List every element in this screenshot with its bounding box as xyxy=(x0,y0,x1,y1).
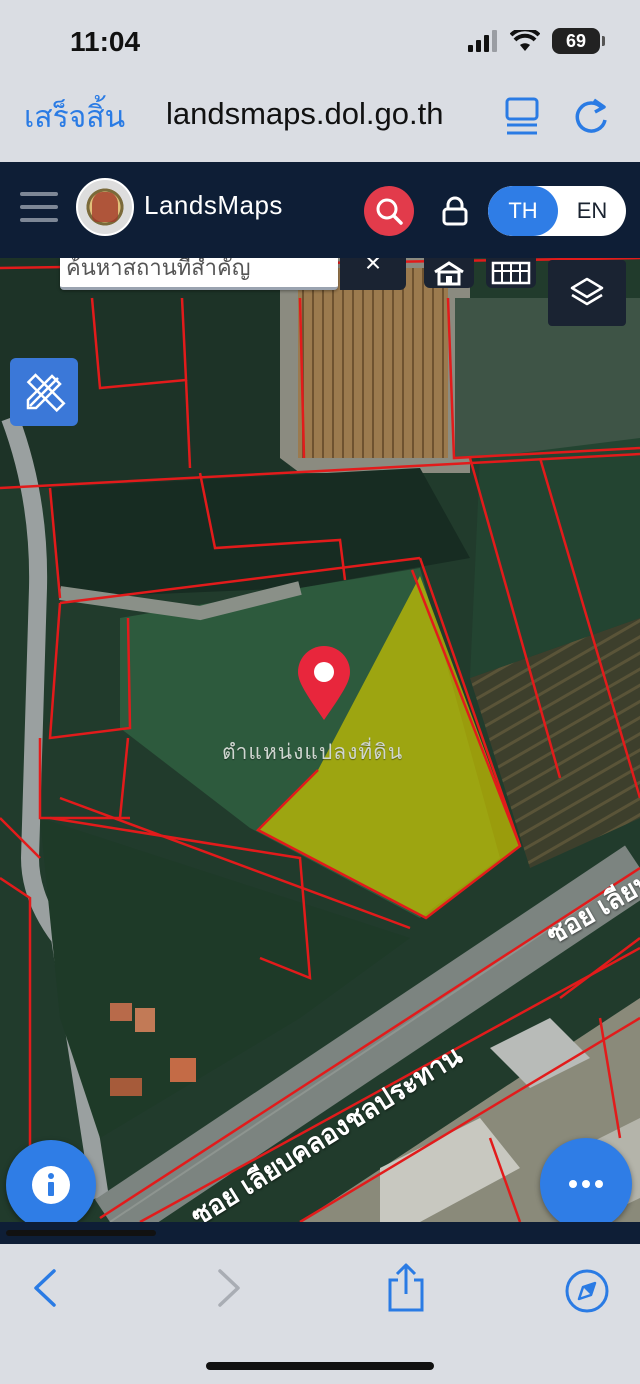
reload-icon[interactable] xyxy=(572,96,612,136)
location-pin-icon[interactable] xyxy=(296,646,352,722)
search-icon xyxy=(376,198,403,225)
layers-button[interactable] xyxy=(548,260,626,326)
reader-mode-icon[interactable] xyxy=(504,96,540,136)
done-button[interactable]: เสร็จสิ้น xyxy=(24,94,125,141)
layers-icon xyxy=(570,277,604,306)
compass-icon[interactable] xyxy=(564,1268,610,1314)
home-indicator xyxy=(206,1362,434,1370)
language-toggle[interactable]: TH EN xyxy=(488,186,626,236)
forward-icon[interactable] xyxy=(214,1268,244,1308)
back-icon[interactable] xyxy=(30,1268,60,1308)
home-button[interactable] xyxy=(424,258,474,288)
lang-en-option[interactable]: EN xyxy=(558,186,626,236)
horizontal-scrollbar[interactable] xyxy=(0,1222,640,1244)
scrollbar-thumb[interactable] xyxy=(6,1230,156,1236)
grid-button[interactable] xyxy=(486,258,536,288)
department-logo xyxy=(76,178,134,236)
clear-search-button[interactable]: × xyxy=(340,258,406,290)
lock-icon[interactable] xyxy=(441,196,469,226)
parcel-location-label: ตำแหน่งแปลงที่ดิน xyxy=(222,741,404,764)
more-options-button[interactable] xyxy=(540,1138,632,1222)
grid-icon xyxy=(491,261,531,285)
browser-toolbar xyxy=(0,1244,640,1384)
ruler-pencil-icon xyxy=(26,373,66,413)
app-header: LandsMaps TH EN xyxy=(0,162,640,258)
measure-tool-button[interactable] xyxy=(10,358,78,426)
signal-icon xyxy=(468,30,497,52)
status-bar: 11:04 69 xyxy=(0,0,640,80)
battery-indicator: 69 xyxy=(552,28,605,54)
status-icons: 69 xyxy=(468,28,605,54)
wifi-icon xyxy=(510,30,540,51)
brand-title: LandsMaps xyxy=(144,190,283,220)
share-icon[interactable] xyxy=(384,1262,428,1314)
place-search-input[interactable]: ค้นหาสถานที่สำคัญ xyxy=(60,258,338,290)
info-icon xyxy=(32,1166,70,1204)
menu-icon[interactable] xyxy=(20,192,58,222)
browser-window: 11:04 69 เสร็จสิ้น landsmaps.dol.go.th L… xyxy=(0,0,640,1384)
info-button[interactable] xyxy=(6,1140,96,1222)
status-time: 11:04 xyxy=(70,26,141,57)
map-view[interactable]: ค้นหาสถานที่สำคัญ × ตำแหน่งแปลงที่ดิน ซอ… xyxy=(0,258,640,1222)
url-text[interactable]: landsmaps.dol.go.th xyxy=(166,96,443,132)
lang-th-option[interactable]: TH xyxy=(488,186,558,236)
browser-address-bar: เสร็จสิ้น landsmaps.dol.go.th xyxy=(0,80,640,162)
house-icon xyxy=(434,261,464,286)
ellipsis-icon xyxy=(569,1180,603,1188)
search-button[interactable] xyxy=(364,186,414,236)
